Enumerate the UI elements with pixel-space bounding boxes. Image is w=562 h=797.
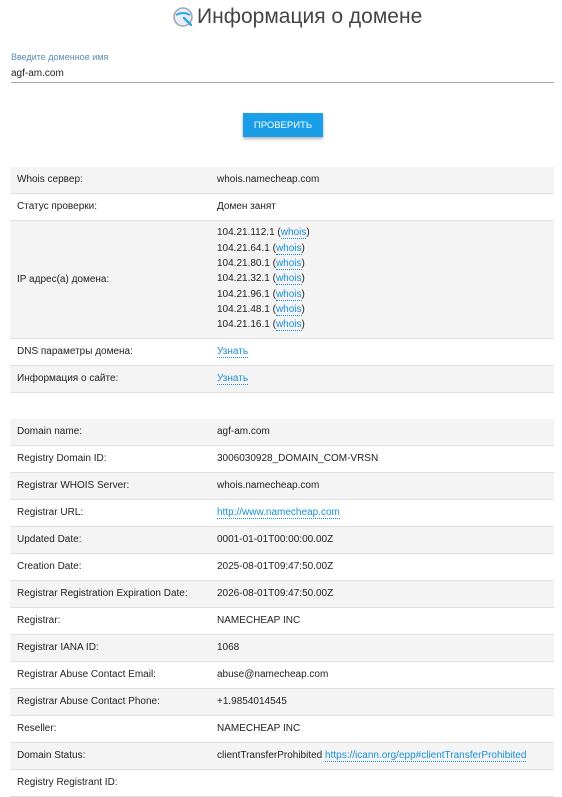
registrar-url-link[interactable]: http://www.namecheap.com: [217, 507, 340, 519]
table-row: Информация о сайте: Узнать: [10, 365, 554, 393]
row-value: +1.9854014545: [210, 688, 554, 716]
table-row: Статус проверки: Домен занят: [10, 193, 554, 221]
table-row: Registrar URL: http://www.namecheap.com: [10, 499, 554, 527]
row-value: 2026-08-01T09:47:50.00Z: [210, 580, 554, 608]
dns-lookup-link[interactable]: Узнать: [217, 346, 249, 358]
row-value: 0001-01-01T00:00:00.00Z: [210, 526, 554, 554]
row-label: Registry Domain ID:: [10, 445, 210, 473]
ip-item: 104.21.112.1 (whois): [217, 227, 310, 240]
table-row: IP адрес(а) домена: 104.21.112.1 (whois)…: [10, 220, 554, 339]
row-label: Whois сервер:: [10, 167, 210, 194]
table-row: Creation Date: 2025-08-01T09:47:50.00Z: [10, 553, 554, 581]
row-label: Registrar Abuse Contact Phone:: [10, 688, 210, 716]
row-label: Registrar:: [10, 607, 210, 635]
row-value: NAMECHEAP INC: [210, 715, 554, 743]
domain-field-label: Введите доменное имя: [11, 52, 109, 62]
ip-address: 104.21.48.1: [217, 303, 270, 315]
row-label: DNS параметры домена:: [10, 338, 210, 366]
whois-table: Domain name: agf-am.com Registry Domain …: [10, 419, 554, 797]
whois-link[interactable]: whois: [275, 319, 302, 332]
row-label: Registrar Registration Expiration Date:: [10, 580, 210, 608]
row-value: clientTransferProhibited https://icann.o…: [210, 742, 554, 770]
summary-table: Whois сервер: whois.namecheap.com Статус…: [10, 167, 554, 393]
table-row: Registrar Abuse Contact Phone: +1.985401…: [10, 688, 554, 716]
row-value: 2025-08-01T09:47:50.00Z: [210, 553, 554, 581]
row-value: abuse@namecheap.com: [210, 661, 554, 689]
row-label: Domain name:: [10, 419, 210, 446]
table-row: Reseller: NAMECHEAP INC: [10, 715, 554, 743]
row-label: IP адрес(а) домена:: [10, 220, 210, 339]
row-value: 1068: [210, 634, 554, 662]
table-row: Registrar WHOIS Server: whois.namecheap.…: [10, 472, 554, 500]
page-title: Информация о домене: [197, 5, 423, 28]
table-row: Registrar: NAMECHEAP INC: [10, 607, 554, 635]
ip-address: 104.21.80.1: [217, 258, 270, 270]
table-row: Domain Status: clientTransferProhibited …: [10, 742, 554, 770]
ip-item: 104.21.32.1 (whois): [217, 273, 305, 286]
page-header: Информация о домене: [0, 0, 562, 36]
ip-address: 104.21.64.1: [217, 242, 270, 254]
row-label: Reseller:: [10, 715, 210, 743]
row-label: Registry Registrant ID:: [10, 769, 210, 797]
row-value: http://www.namecheap.com: [210, 499, 554, 527]
table-row: DNS параметры домена: Узнать: [10, 338, 554, 366]
row-label: Updated Date:: [10, 526, 210, 554]
site-info-link[interactable]: Узнать: [217, 373, 249, 385]
whois-link[interactable]: whois: [275, 242, 302, 255]
table-row: Registry Registrant ID:: [10, 769, 554, 797]
ip-list: 104.21.112.1 (whois) 104.21.64.1 (whois)…: [210, 220, 554, 339]
check-button[interactable]: ПРОВЕРИТЬ: [243, 113, 323, 137]
row-label: Domain Status:: [10, 742, 210, 770]
ip-item: 104.21.16.1 (whois): [217, 319, 305, 332]
row-value: whois.namecheap.com: [210, 167, 554, 194]
ip-item: 104.21.80.1 (whois): [217, 258, 305, 271]
ip-address: 104.21.96.1: [217, 288, 270, 300]
whois-link[interactable]: whois: [275, 288, 302, 301]
row-value: whois.namecheap.com: [210, 472, 554, 500]
domain-status-link[interactable]: https://icann.org/epp#clientTransferProh…: [325, 750, 527, 762]
ip-address: 104.21.16.1: [217, 319, 270, 331]
row-label: Registrar URL:: [10, 499, 210, 527]
row-value: agf-am.com: [210, 419, 554, 446]
table-row: Updated Date: 0001-01-01T00:00:00.00Z: [10, 526, 554, 554]
row-label: Registrar Abuse Contact Email:: [10, 661, 210, 689]
table-row: Registrar Abuse Contact Email: abuse@nam…: [10, 661, 554, 689]
whois-link[interactable]: whois: [275, 258, 302, 271]
whois-link[interactable]: whois: [275, 273, 302, 286]
ip-address: 104.21.112.1: [217, 227, 275, 239]
table-row: Registry Domain ID: 3006030928_DOMAIN_CO…: [10, 445, 554, 473]
row-value: Узнать: [210, 365, 554, 393]
whois-link[interactable]: whois: [275, 303, 302, 316]
table-row: Whois сервер: whois.namecheap.com: [10, 167, 554, 194]
row-value: [210, 769, 554, 797]
table-row: Domain name: agf-am.com: [10, 419, 554, 446]
row-value: 3006030928_DOMAIN_COM-VRSN: [210, 445, 554, 473]
row-value: NAMECHEAP INC: [210, 607, 554, 635]
ip-item: 104.21.48.1 (whois): [217, 303, 305, 316]
whois-link[interactable]: whois: [280, 227, 307, 240]
row-value: Домен занят: [210, 193, 554, 221]
magnifier-globe-icon: [173, 7, 193, 27]
ip-address: 104.21.32.1: [217, 273, 270, 285]
table-row: Registrar IANA ID: 1068: [10, 634, 554, 662]
row-label: Registrar IANA ID:: [10, 634, 210, 662]
row-label: Creation Date:: [10, 553, 210, 581]
row-value: Узнать: [210, 338, 554, 366]
row-label: Информация о сайте:: [10, 365, 210, 393]
domain-input[interactable]: [11, 64, 554, 83]
domain-status-text: clientTransferProhibited: [217, 750, 326, 761]
ip-item: 104.21.96.1 (whois): [217, 288, 305, 301]
table-row: Registrar Registration Expiration Date: …: [10, 580, 554, 608]
ip-item: 104.21.64.1 (whois): [217, 242, 305, 255]
row-label: Registrar WHOIS Server:: [10, 472, 210, 500]
row-label: Статус проверки:: [10, 193, 210, 221]
